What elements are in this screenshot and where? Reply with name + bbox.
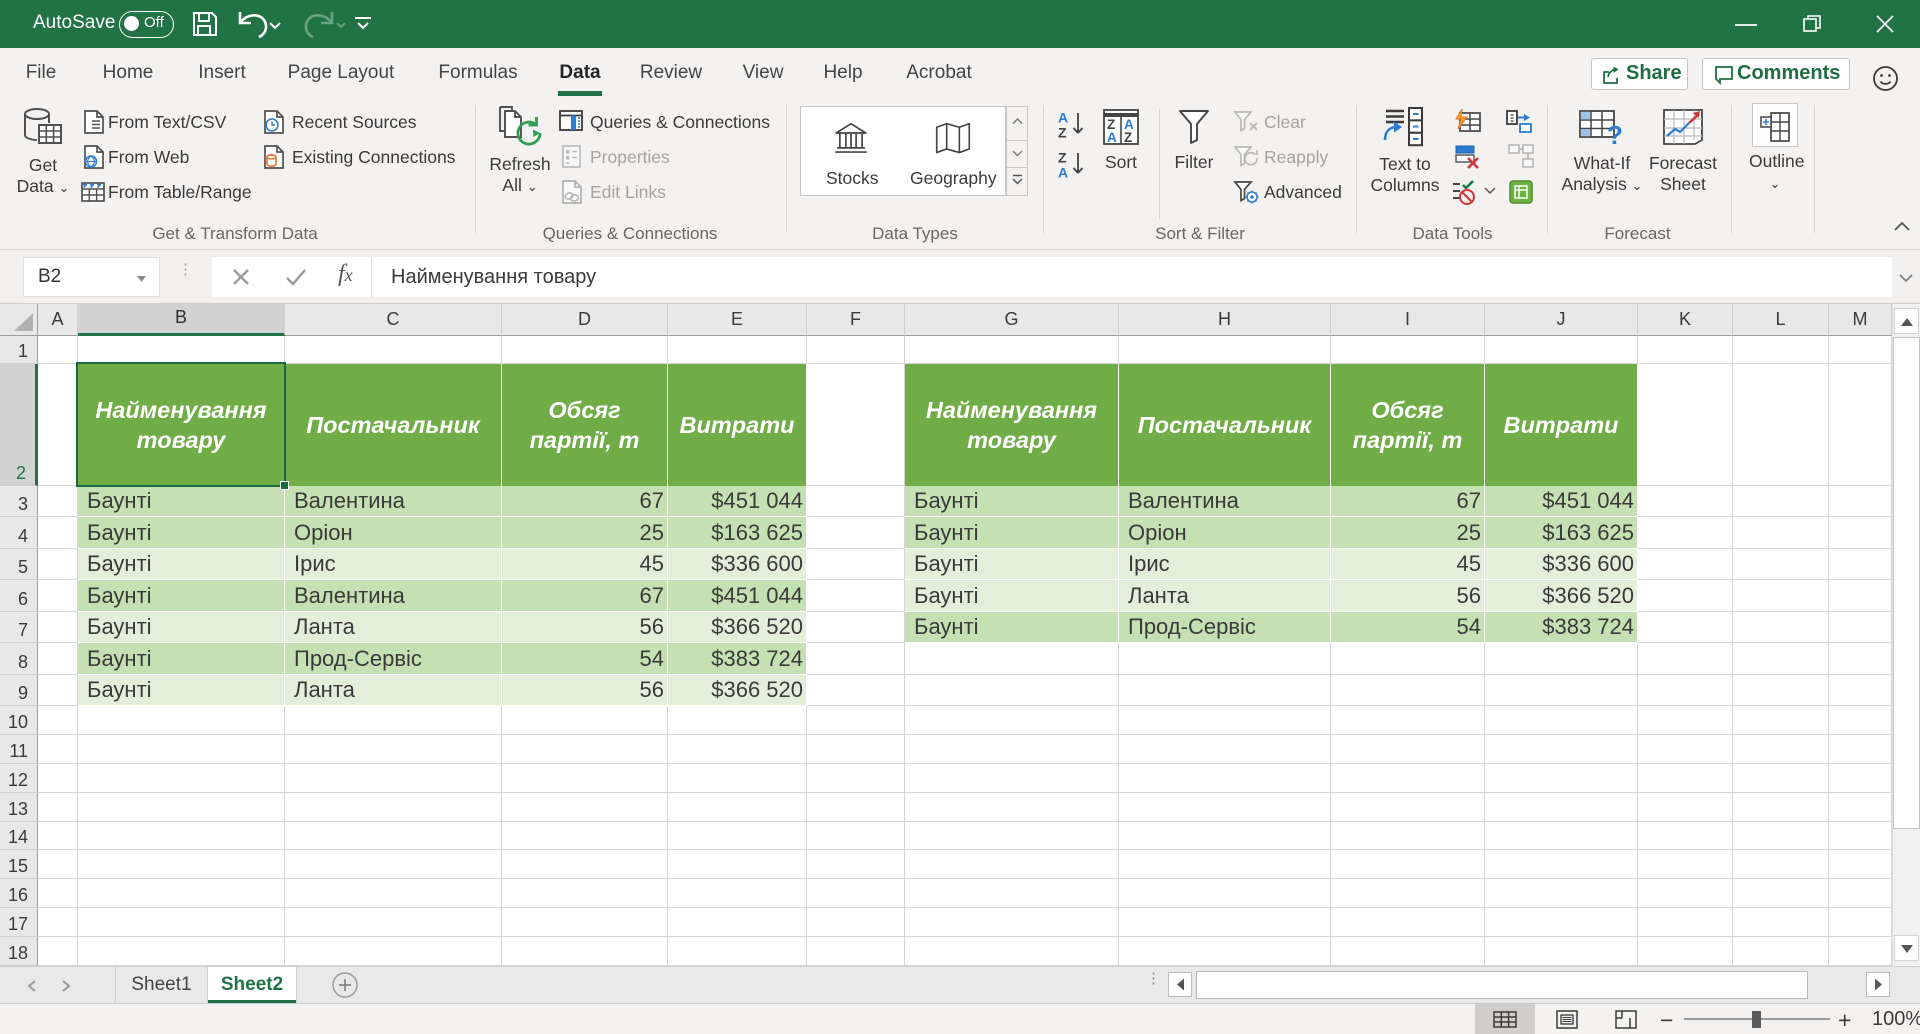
- svg-text:?: ?: [1607, 120, 1623, 148]
- svg-text:Z: Z: [1058, 150, 1067, 166]
- svg-text:Z: Z: [1124, 130, 1132, 145]
- svg-text:A: A: [1058, 110, 1068, 126]
- svg-text:A: A: [1058, 165, 1068, 180]
- svg-text:A: A: [1107, 130, 1117, 145]
- svg-text:Z: Z: [1058, 125, 1067, 140]
